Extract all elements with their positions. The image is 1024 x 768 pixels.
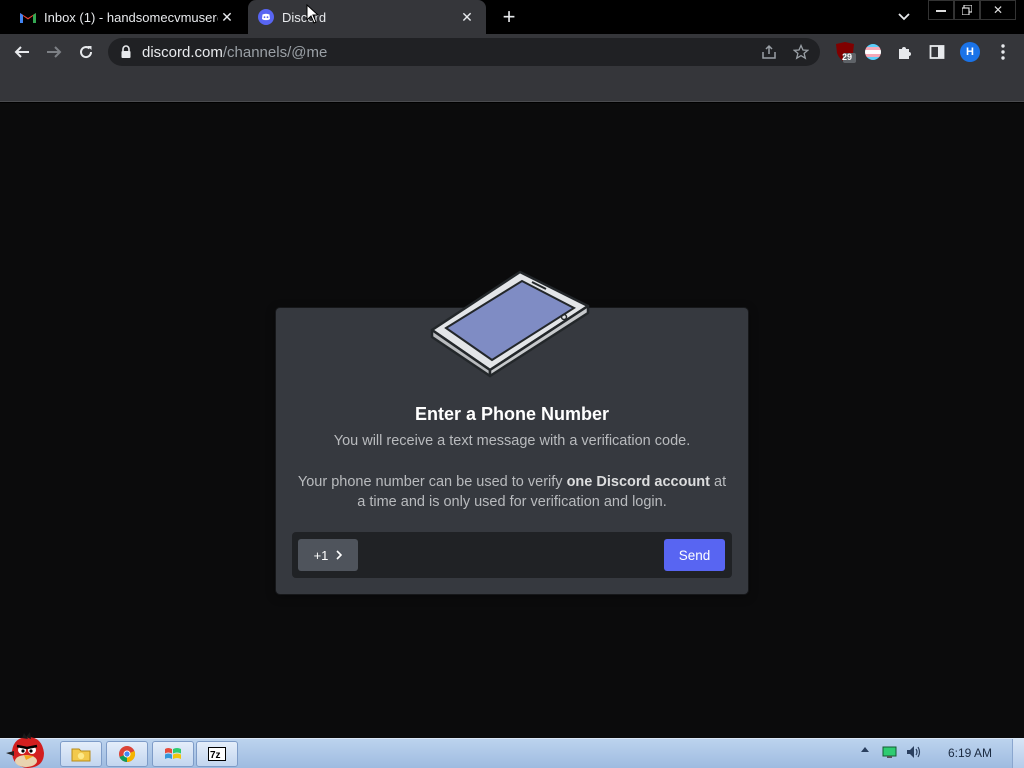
explorer-icon[interactable] [60,741,102,767]
modal-description: Your phone number can be used to verify … [297,474,727,510]
puzzle-extensions-icon[interactable] [894,41,916,63]
tab-title: Inbox (1) - handsomecvmuser@ [44,9,218,25]
network-icon[interactable] [882,745,898,759]
tab-close-icon[interactable]: ✕ [458,8,476,26]
modal-subtitle: You will receive a text message with a v… [333,433,691,449]
phone-illustration [430,270,590,378]
tray-expand-icon[interactable] [860,745,870,753]
angry-birds-start-icon[interactable] [4,731,50,768]
minimize-button[interactable] [928,0,954,20]
phone-number-input[interactable] [364,539,656,571]
flag-extension-icon[interactable] [862,41,884,63]
reload-icon[interactable] [74,40,98,64]
chevron-right-icon [336,550,343,560]
country-code-button[interactable]: +1 [298,539,358,571]
discord-icon [258,9,274,25]
address-bar[interactable]: discord.com/channels/@me [108,38,820,66]
7zip-icon[interactable]: 7z [196,741,238,767]
more-menu-icon[interactable] [992,41,1014,63]
mouse-cursor [306,4,320,24]
forward-arrow-icon[interactable] [42,40,66,64]
country-code-label: +1 [313,547,329,563]
chrome-icon[interactable] [106,741,148,767]
screen: Inbox (1) - handsomecvmuser@ ✕ Discord ✕… [0,0,1024,768]
bookmark-star-icon[interactable] [792,43,810,61]
restore-button[interactable] [954,0,980,20]
url-text: discord.com/channels/@me [142,44,328,61]
profile-avatar[interactable]: H [960,42,980,62]
share-icon[interactable] [760,43,778,61]
ublock-extension-icon[interactable]: 29 [834,41,856,63]
tab-close-icon[interactable]: ✕ [218,8,236,26]
extension-badge: 29 [842,52,853,62]
tab-discord[interactable]: Discord ✕ [248,0,486,34]
new-tab-button[interactable]: + [496,4,522,30]
lock-icon [120,45,132,59]
windows-taskbar: 7z 6:19 AM [0,732,1024,768]
tab-strip: Inbox (1) - handsomecvmuser@ ✕ Discord ✕… [0,0,1024,34]
taskbar-clock[interactable]: 6:19 AM [930,746,1010,760]
phone-input-row: +1 Send [292,532,732,578]
close-window-button[interactable]: ✕ [980,0,1016,20]
gmail-icon [20,9,36,25]
show-desktop-button[interactable] [1012,739,1024,768]
back-arrow-icon[interactable] [10,40,34,64]
browser-toolbar: discord.com/channels/@me 29 H [0,34,1024,70]
side-panel-icon[interactable] [926,41,948,63]
chevron-down-icon[interactable] [892,6,916,28]
tab-gmail[interactable]: Inbox (1) - handsomecvmuser@ ✕ [0,0,246,34]
volume-icon[interactable] [906,745,922,759]
svg-text:7z: 7z [210,750,221,761]
modal-title: Enter a Phone Number [414,404,610,424]
windows-flag-icon[interactable] [152,741,194,767]
bookmarks-bar [0,70,1024,102]
send-button[interactable]: Send [664,539,725,571]
